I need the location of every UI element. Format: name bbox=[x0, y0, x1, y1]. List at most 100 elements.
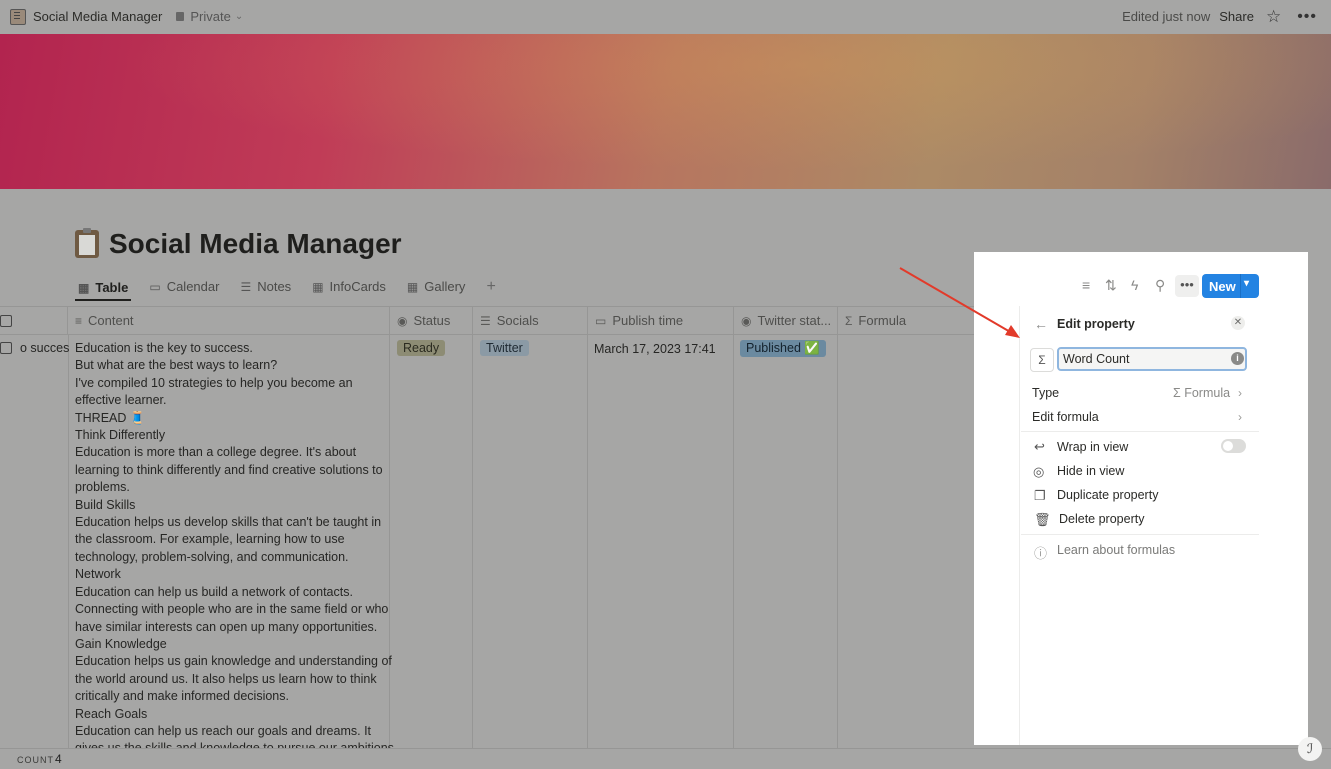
edited-status: Edited just now bbox=[1122, 9, 1211, 24]
wrap-in-view-toggle[interactable] bbox=[1221, 439, 1246, 453]
content-line: Build Skills bbox=[75, 497, 136, 512]
row-name-cell[interactable]: o succes bbox=[20, 340, 69, 357]
tab-label: InfoCards bbox=[329, 279, 386, 294]
status-badge[interactable]: Ready bbox=[397, 340, 446, 356]
table-row: o succes Education is the key to success… bbox=[0, 334, 1020, 755]
content-line: have similar interests can open up many … bbox=[75, 619, 378, 634]
star-icon[interactable]: ☆ bbox=[1266, 7, 1281, 27]
notepad-icon bbox=[10, 8, 26, 25]
content-line: learning to think differently and find c… bbox=[75, 462, 383, 477]
publish-time-cell[interactable]: March 17, 2023 17:41 bbox=[594, 341, 716, 358]
socials-tag[interactable]: Twitter bbox=[480, 340, 529, 356]
chevron-down-icon[interactable]: ▾ bbox=[1244, 278, 1249, 289]
menu-divider bbox=[1021, 534, 1259, 535]
top-bar: Social Media Manager Private ⌄ Edited ju… bbox=[0, 0, 1331, 33]
edit-property-title: Edit property bbox=[1057, 317, 1135, 331]
column-divider bbox=[837, 334, 838, 748]
back-arrow-icon[interactable]: ← bbox=[1034, 316, 1048, 332]
column-divider bbox=[389, 334, 390, 748]
tab-notes[interactable]: ☰ Notes bbox=[237, 276, 294, 297]
content-line: Education can help us build a network of… bbox=[75, 584, 353, 599]
status-icon: ◉ bbox=[397, 313, 408, 328]
status-icon: ◉ bbox=[741, 313, 752, 328]
lock-icon bbox=[176, 12, 185, 21]
duplicate-property-row[interactable]: Duplicate property bbox=[1057, 488, 1158, 502]
type-value[interactable]: Σ Formula bbox=[1173, 386, 1230, 400]
count-value: 4 bbox=[55, 752, 62, 766]
content-line: Education can help us reach our goals an… bbox=[75, 723, 372, 738]
twitter-status-badge[interactable]: Published ✅ bbox=[740, 340, 826, 357]
column-label: Socials bbox=[496, 313, 539, 328]
text-icon: ≡ bbox=[75, 313, 83, 328]
row-content-cell[interactable]: Education is the key to success. But what… bbox=[75, 340, 394, 758]
more-icon[interactable]: ••• bbox=[1297, 8, 1317, 26]
learn-formulas-link[interactable]: Learn about formulas bbox=[1057, 543, 1175, 557]
select-all-checkbox[interactable] bbox=[0, 315, 12, 327]
new-button-label: New bbox=[1209, 279, 1236, 294]
tab-infocards[interactable]: ▦ InfoCards bbox=[309, 276, 389, 297]
tab-table[interactable]: ▦ Table bbox=[75, 276, 132, 301]
content-line: THREAD 🧵 bbox=[75, 410, 146, 425]
help-icon[interactable]: ℐ bbox=[1298, 737, 1322, 761]
search-icon[interactable]: ⚲ bbox=[1155, 277, 1165, 294]
type-row[interactable]: Type bbox=[1032, 386, 1059, 400]
column-header-publish-time[interactable]: ▭ Publish time bbox=[588, 307, 734, 334]
tab-gallery[interactable]: ▦ Gallery bbox=[404, 276, 469, 297]
content-line: Education is the key to success. bbox=[75, 341, 253, 355]
column-label: Formula bbox=[858, 313, 907, 328]
tab-label: Gallery bbox=[424, 279, 466, 294]
more-options-button[interactable]: ••• bbox=[1175, 275, 1199, 297]
column-header-socials[interactable]: ☰ Socials bbox=[473, 307, 588, 334]
share-button[interactable]: Share bbox=[1219, 9, 1254, 24]
column-divider bbox=[472, 334, 473, 748]
content-line: effective learner. bbox=[75, 393, 167, 408]
property-icon-picker[interactable]: Σ bbox=[1030, 348, 1054, 372]
content-line: technology, problem-solving, and communi… bbox=[75, 549, 349, 564]
grid-icon: ▦ bbox=[406, 279, 419, 294]
column-header-twitter-status[interactable]: ◉ Twitter stat... bbox=[734, 307, 838, 334]
page-title-text[interactable]: Social Media Manager bbox=[109, 228, 402, 260]
privacy-label[interactable]: Private bbox=[190, 9, 230, 24]
add-view-button[interactable]: + bbox=[483, 276, 498, 297]
table-header: ≡ Content ◉ Status ☰ Socials ▭ Publish t… bbox=[0, 306, 1020, 335]
content-line: Connecting with people who are in the sa… bbox=[75, 602, 389, 617]
duplicate-icon: ❐ bbox=[1034, 488, 1046, 503]
info-icon[interactable]: i bbox=[1231, 352, 1244, 365]
close-icon[interactable]: ✕ bbox=[1231, 316, 1245, 330]
tab-calendar[interactable]: ▭ Calendar bbox=[146, 276, 222, 297]
property-name-input[interactable] bbox=[1057, 347, 1247, 371]
content-line: I've compiled 10 strategies to help you … bbox=[75, 375, 353, 390]
content-line: Education helps us gain knowledge and un… bbox=[75, 654, 392, 669]
count-label: COUNT bbox=[17, 755, 54, 765]
row-checkbox[interactable] bbox=[0, 342, 12, 354]
content-line: Reach Goals bbox=[75, 706, 148, 721]
chevron-right-icon: › bbox=[1238, 410, 1242, 424]
hide-in-view-row[interactable]: Hide in view bbox=[1057, 464, 1124, 478]
filter-icon[interactable]: ≡ bbox=[1082, 277, 1090, 293]
new-button[interactable]: New ▾ bbox=[1202, 274, 1259, 298]
column-header-name[interactable] bbox=[20, 307, 68, 334]
cover-image bbox=[0, 34, 1331, 189]
chevron-down-icon[interactable]: ⌄ bbox=[235, 11, 243, 22]
menu-divider bbox=[1021, 431, 1259, 432]
content-line: critically and make informed decisions. bbox=[75, 689, 289, 704]
wrap-in-view-row[interactable]: Wrap in view bbox=[1057, 440, 1128, 454]
new-button-divider bbox=[1240, 274, 1241, 298]
lightning-icon[interactable]: ϟ bbox=[1131, 277, 1138, 293]
panel-divider bbox=[1019, 306, 1020, 745]
column-header-status[interactable]: ◉ Status bbox=[390, 307, 473, 334]
edit-formula-row[interactable]: Edit formula bbox=[1032, 410, 1099, 424]
table-icon: ▦ bbox=[78, 280, 90, 295]
column-header-content[interactable]: ≡ Content bbox=[68, 307, 390, 334]
sort-icon[interactable]: ⇅ bbox=[1105, 277, 1117, 294]
content-line: the classroom. For example, learning how… bbox=[75, 532, 345, 547]
content-line: Think Differently bbox=[75, 428, 166, 443]
tab-label: Table bbox=[95, 280, 129, 295]
chevron-right-icon: › bbox=[1238, 386, 1242, 400]
content-line: Education helps us develop skills that c… bbox=[75, 515, 382, 530]
content-line: problems. bbox=[75, 480, 130, 495]
content-line: Education is more than a college degree.… bbox=[75, 445, 357, 460]
delete-property-row[interactable]: Delete property bbox=[1059, 512, 1144, 526]
content-line: But what are the best ways to learn? bbox=[75, 358, 278, 373]
breadcrumb-title[interactable]: Social Media Manager bbox=[33, 9, 162, 24]
